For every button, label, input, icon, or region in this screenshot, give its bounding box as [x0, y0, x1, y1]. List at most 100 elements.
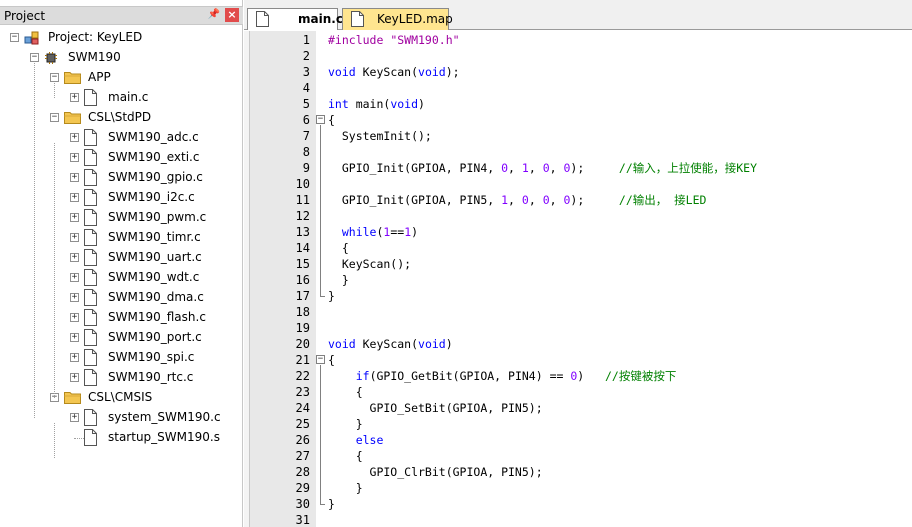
tree-item-file[interactable]: + SWM190_port.c: [0, 328, 240, 348]
code-line[interactable]: 8: [250, 144, 912, 160]
close-icon[interactable]: ×: [225, 8, 239, 22]
fold-toggle-icon[interactable]: −: [316, 115, 325, 124]
tree-item-file[interactable]: + SWM190_spi.c: [0, 348, 240, 368]
code-line[interactable]: 2: [250, 48, 912, 64]
file-icon: [84, 369, 97, 386]
code-line[interactable]: 26 else: [250, 432, 912, 448]
expand-icon[interactable]: +: [70, 213, 79, 222]
fold-guide: [320, 365, 321, 504]
tree-item-file[interactable]: + main.c: [0, 88, 240, 108]
tree-item-file[interactable]: + system_SWM190.c: [0, 408, 240, 428]
code-line[interactable]: 5 int main(void): [250, 96, 912, 112]
tree-item-group[interactable]: − CSL\CMSIS: [0, 388, 240, 408]
collapse-icon[interactable]: −: [10, 33, 19, 42]
code-line[interactable]: 24 GPIO_SetBit(GPIOA, PIN5);: [250, 400, 912, 416]
code-line[interactable]: 6{: [250, 112, 912, 128]
tree-item-file[interactable]: + SWM190_timr.c: [0, 228, 240, 248]
project-icon: [24, 31, 39, 45]
code-line[interactable]: 18: [250, 304, 912, 320]
tree-item-label: SWM190_flash.c: [108, 310, 206, 324]
line-number: 2: [302, 49, 310, 63]
code-line[interactable]: 12: [250, 208, 912, 224]
code-line[interactable]: 21 {: [250, 352, 912, 368]
tree-item-target[interactable]: − SWM190: [0, 48, 240, 68]
expand-icon[interactable]: +: [70, 293, 79, 302]
collapse-icon[interactable]: −: [50, 113, 59, 122]
code-line[interactable]: 10: [250, 176, 912, 192]
tree-item-file[interactable]: + SWM190_wdt.c: [0, 268, 240, 288]
code-line[interactable]: 3 void KeyScan(void);: [250, 64, 912, 80]
code-text: {: [328, 385, 363, 399]
code-line[interactable]: 28 GPIO_ClrBit(GPIOA, PIN5);: [250, 464, 912, 480]
code-line[interactable]: 27 {: [250, 448, 912, 464]
tree-item-label: CSL\CMSIS: [88, 390, 153, 404]
project-panel: Project 📌 × − Project: KeyLED − SWM190− APP +…: [0, 0, 243, 527]
code-line[interactable]: 1 #include "SWM190.h": [250, 32, 912, 48]
code-line[interactable]: 25 }: [250, 416, 912, 432]
tree-item-file[interactable]: + SWM190_pwm.c: [0, 208, 240, 228]
expand-icon[interactable]: +: [70, 173, 79, 182]
code-line[interactable]: 19: [250, 320, 912, 336]
tree-item-file[interactable]: + SWM190_uart.c: [0, 248, 240, 268]
code-line[interactable]: 20 void KeyScan(void): [250, 336, 912, 352]
file-icon: [351, 11, 364, 27]
collapse-icon[interactable]: −: [30, 53, 39, 62]
tree-item-file[interactable]: + SWM190_i2c.c: [0, 188, 240, 208]
expand-icon[interactable]: +: [70, 413, 79, 422]
code-line[interactable]: 31: [250, 512, 912, 527]
line-number: 3: [302, 65, 310, 79]
file-icon: [84, 289, 97, 306]
code-line[interactable]: 29 }: [250, 480, 912, 496]
tree-item-file[interactable]: + SWM190_exti.c: [0, 148, 240, 168]
code-line[interactable]: 23 {: [250, 384, 912, 400]
code-line[interactable]: 14 {: [250, 240, 912, 256]
code-text: GPIO_Init(GPIOA, PIN5, 1, 0, 0, 0); //输出…: [328, 193, 707, 207]
tree-item-project[interactable]: − Project: KeyLED: [0, 28, 240, 48]
tree-item-label: CSL\StdPD: [88, 110, 152, 124]
code-line[interactable]: 30}: [250, 496, 912, 512]
line-number: 28: [295, 465, 310, 479]
code-line[interactable]: 13 while(1==1): [250, 224, 912, 240]
line-number: 24: [295, 401, 310, 415]
file-icon: [84, 209, 97, 226]
tree-item-label: SWM190: [68, 50, 121, 64]
expand-icon[interactable]: +: [70, 193, 79, 202]
folder-icon: [64, 72, 81, 84]
expand-icon[interactable]: +: [70, 153, 79, 162]
expand-icon[interactable]: +: [70, 233, 79, 242]
code-line[interactable]: 4: [250, 80, 912, 96]
fold-guide: [320, 125, 321, 296]
tree-item-file[interactable]: + SWM190_rtc.c: [0, 368, 240, 388]
code-line[interactable]: 9 GPIO_Init(GPIOA, PIN4, 0, 1, 0, 0); //…: [250, 160, 912, 176]
tree-item-group[interactable]: − CSL\StdPD: [0, 108, 240, 128]
expand-icon[interactable]: +: [70, 253, 79, 262]
tree-item-file[interactable]: startup_SWM190.s: [0, 428, 240, 448]
tab-main-c[interactable]: main.c: [247, 8, 343, 30]
code-line[interactable]: 16 }: [250, 272, 912, 288]
expand-icon[interactable]: +: [70, 313, 79, 322]
tree-item-file[interactable]: + SWM190_dma.c: [0, 288, 240, 308]
tree-item-file[interactable]: + SWM190_flash.c: [0, 308, 240, 328]
code-line[interactable]: 7 SystemInit();: [250, 128, 912, 144]
collapse-icon[interactable]: −: [50, 73, 59, 82]
tree-item-file[interactable]: + SWM190_adc.c: [0, 128, 240, 148]
expand-icon[interactable]: +: [70, 373, 79, 382]
pin-icon[interactable]: 📌: [207, 8, 221, 22]
tab-keyled-map[interactable]: KeyLED.map: [342, 8, 453, 30]
line-number: 12: [295, 209, 310, 223]
code-line[interactable]: 22 if(GPIO_GetBit(GPIOA, PIN4) == 0) //按…: [250, 368, 912, 384]
expand-icon[interactable]: +: [70, 93, 79, 102]
tree-item-label: SWM190_timr.c: [108, 230, 201, 244]
code-line[interactable]: 11 GPIO_Init(GPIOA, PIN5, 1, 0, 0, 0); /…: [250, 192, 912, 208]
line-number: 1: [302, 33, 310, 47]
tree-item-group[interactable]: − APP: [0, 68, 240, 88]
code-line[interactable]: 15 KeyScan();: [250, 256, 912, 272]
code-text: GPIO_Init(GPIOA, PIN4, 0, 1, 0, 0); //输入…: [328, 161, 758, 175]
expand-icon[interactable]: +: [70, 133, 79, 142]
expand-icon[interactable]: +: [70, 353, 79, 362]
fold-toggle-icon[interactable]: −: [316, 355, 325, 364]
expand-icon[interactable]: +: [70, 333, 79, 342]
expand-icon[interactable]: +: [70, 273, 79, 282]
tree-item-file[interactable]: + SWM190_gpio.c: [0, 168, 240, 188]
code-line[interactable]: 17}: [250, 288, 912, 304]
